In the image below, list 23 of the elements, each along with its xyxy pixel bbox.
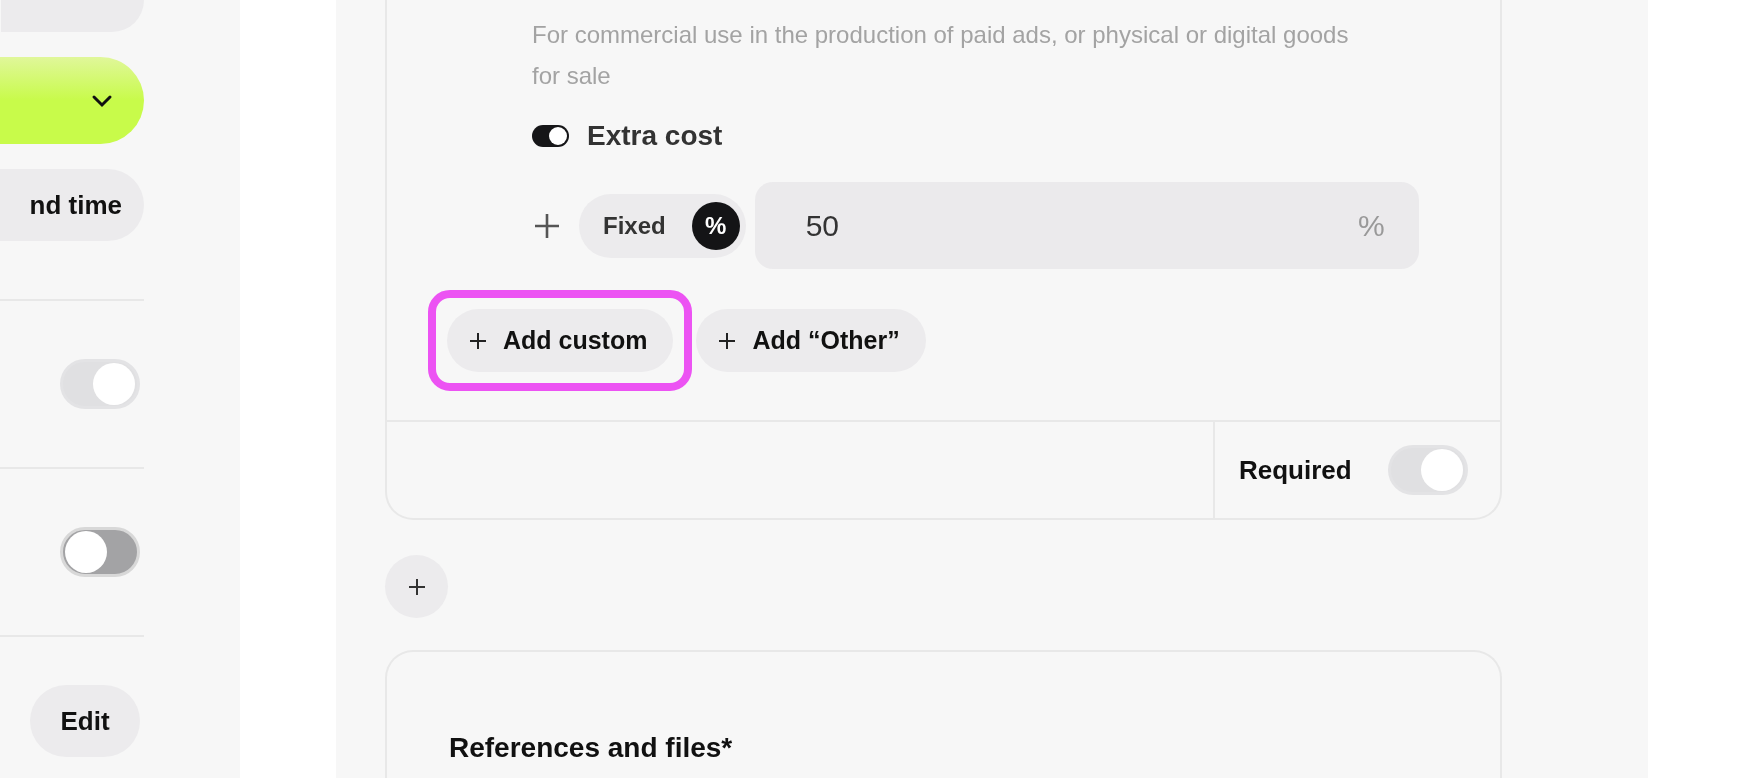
- chevron-down-icon: [91, 93, 113, 108]
- plus-icon: [407, 577, 426, 596]
- unit-label: %: [1358, 208, 1385, 243]
- add-button[interactable]: Add custom: [447, 309, 674, 372]
- option-description: For commercial use in the production of paid ads, or physical or digital goods for sale: [532, 20, 1350, 91]
- dropdown[interactable]: [0, 57, 144, 144]
- section-title: References and files*: [449, 732, 734, 764]
- toggle-switch[interactable]: [532, 125, 569, 147]
- required-label: Required: [1239, 454, 1352, 486]
- date-time-button[interactable]: nd time: [0, 169, 144, 241]
- toggle-switch[interactable]: [60, 527, 140, 577]
- plus-icon: [469, 331, 487, 350]
- edit-button[interactable]: Edit: [30, 685, 140, 757]
- segment-option[interactable]: %: [691, 201, 740, 250]
- segment-option[interactable]: Fixed: [587, 201, 692, 250]
- plus-icon[interactable]: [534, 212, 560, 239]
- amount-field[interactable]: 50 %: [754, 182, 1419, 269]
- toggle-switch[interactable]: [1388, 445, 1468, 495]
- amount-value: 50: [805, 208, 840, 243]
- toggle-switch[interactable]: [60, 359, 140, 409]
- add-button[interactable]: Add “Other”: [696, 309, 926, 372]
- extra-cost-label: Extra cost: [587, 120, 723, 152]
- plus-icon: [718, 331, 737, 350]
